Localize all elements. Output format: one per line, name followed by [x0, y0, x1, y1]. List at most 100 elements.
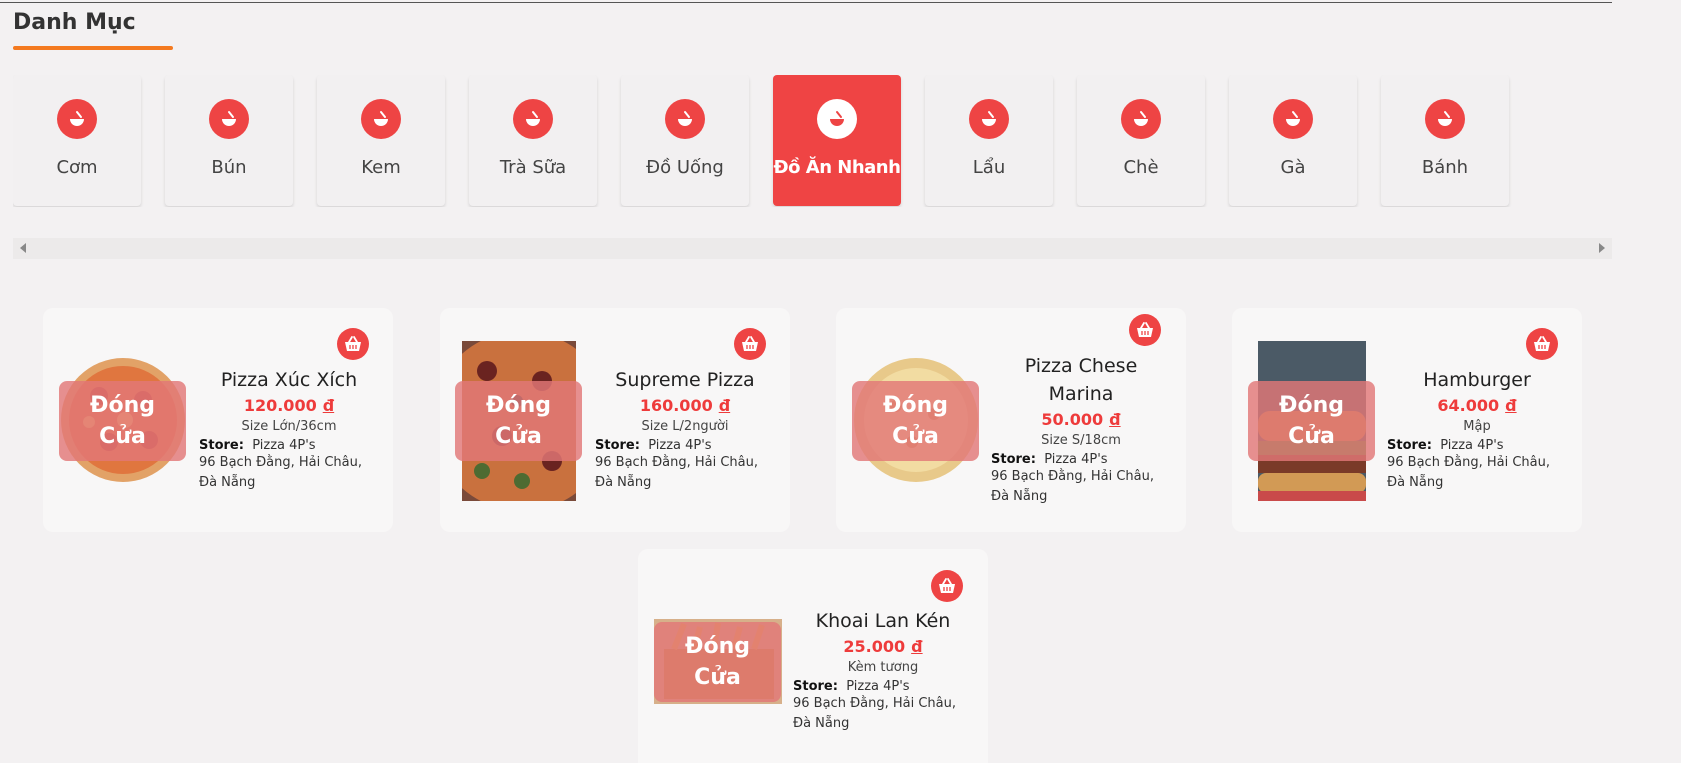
category-label: Trà Sữa: [499, 157, 567, 178]
product-card[interactable]: Đóng Cửa Pizza Chese Marina 50.000 đ Size…: [836, 308, 1186, 532]
title-underline: [13, 46, 173, 50]
category-ga[interactable]: Gà: [1229, 75, 1357, 206]
product-size: Size S/18cm: [1041, 433, 1121, 448]
currency-symbol: đ: [322, 396, 335, 415]
closed-overlay[interactable]: Đóng Cửa: [852, 381, 979, 461]
add-to-basket-button[interactable]: [337, 328, 369, 360]
product-address: 96 Bạch Đằng, Hải Châu, Đà Nẵng: [595, 455, 759, 490]
scroll-left-icon[interactable]: [20, 243, 26, 253]
scroll-right-icon[interactable]: [1599, 243, 1605, 253]
product-size: Mập: [1463, 419, 1491, 434]
closed-overlay[interactable]: Đóng Cửa: [455, 381, 582, 461]
category-kem[interactable]: Kem: [317, 75, 445, 206]
product-name: Hamburger: [1423, 369, 1531, 391]
closed-line-1: Đóng: [486, 393, 551, 418]
category-do-uong[interactable]: Đồ Uống: [621, 75, 749, 206]
closed-line-2: Cửa: [99, 424, 146, 449]
food-icon: [1273, 99, 1313, 139]
category-tra-sua[interactable]: Trà Sữa: [469, 75, 597, 206]
food-icon: [1425, 99, 1465, 139]
category-label: Gà: [1280, 157, 1306, 178]
product-info: Supreme Pizza 160.000 đ Size L/2người Sto…: [595, 366, 775, 493]
food-icon: [665, 99, 705, 139]
category-com[interactable]: Cơm: [13, 75, 141, 206]
closed-line-2: Cửa: [1288, 424, 1335, 449]
food-icon: [817, 99, 857, 139]
store-label: Store:: [199, 438, 244, 453]
product-price: 50.000 đ: [1041, 410, 1121, 429]
food-icon: [57, 99, 97, 139]
product-address: 96 Bạch Đằng, Hải Châu, Đà Nẵng: [991, 469, 1155, 504]
add-to-basket-button[interactable]: [931, 570, 963, 602]
product-info: Khoai Lan Kén 25.000 đ Kèm tương Store: P…: [793, 607, 973, 734]
closed-line-1: Đóng: [883, 393, 948, 418]
category-label: Bánh: [1421, 157, 1469, 178]
add-to-basket-button[interactable]: [734, 328, 766, 360]
product-card[interactable]: Đóng Cửa Supreme Pizza 160.000 đ Size L/2…: [440, 308, 790, 532]
category-scrollbar[interactable]: [13, 238, 1612, 259]
product-address: 96 Bạch Đằng, Hải Châu, Đà Nẵng: [1387, 455, 1551, 490]
basket-icon: [1137, 322, 1153, 337]
product-name: Pizza Chese Marina: [1024, 355, 1138, 405]
product-size: Size L/2người: [641, 419, 729, 434]
product-card[interactable]: Đóng Cửa Hamburger 64.000 đ Mập Store: Pi…: [1232, 308, 1582, 532]
category-label: Lẩu: [972, 157, 1006, 178]
category-bun[interactable]: Bún: [165, 75, 293, 206]
category-che[interactable]: Chè: [1077, 75, 1205, 206]
closed-line-2: Cửa: [495, 424, 542, 449]
product-price: 64.000 đ: [1437, 396, 1517, 415]
product-info: Pizza Chese Marina 50.000 đ Size S/18cm S…: [991, 352, 1171, 507]
currency-symbol: đ: [911, 637, 923, 656]
basket-icon: [742, 336, 758, 351]
store-label: Store:: [595, 438, 640, 453]
store-label: Store:: [991, 452, 1036, 467]
currency-symbol: đ: [1505, 396, 1517, 415]
product-address: 96 Bạch Đằng, Hải Châu, Đà Nẵng: [793, 696, 957, 731]
product-store: Store: Pizza 4P's: [991, 452, 1108, 467]
food-icon: [969, 99, 1009, 139]
category-list: Cơm Bún Kem Trà Sữa Đồ Uống Đồ Ăn Nhanh …: [13, 75, 1613, 207]
closed-line-1: Đóng: [90, 393, 155, 418]
product-price: 25.000 đ: [843, 637, 923, 656]
food-icon: [209, 99, 249, 139]
add-to-basket-button[interactable]: [1526, 328, 1558, 360]
product-store: Store: Pizza 4P's: [1387, 438, 1504, 453]
category-label: Đồ Uống: [646, 157, 724, 178]
top-divider: [0, 2, 1612, 3]
product-address: 96 Bạch Đằng, Hải Châu, Đà Nẵng: [199, 455, 363, 490]
category-label: Bún: [211, 157, 247, 178]
product-store: Store: Pizza 4P's: [595, 438, 712, 453]
product-name: Pizza Xúc Xích: [220, 369, 358, 391]
product-price: 160.000 đ: [639, 396, 731, 415]
product-name: Khoai Lan Kén: [815, 610, 951, 632]
product-size: Kèm tương: [847, 660, 919, 675]
category-label: Cơm: [56, 157, 98, 178]
product-info: Pizza Xúc Xích 120.000 đ Size Lớn/36cm St…: [199, 366, 379, 493]
closed-line-1: Đóng: [685, 634, 750, 659]
product-price: 120.000 đ: [243, 396, 335, 415]
category-banh[interactable]: Bánh: [1381, 75, 1509, 206]
add-to-basket-button[interactable]: [1129, 314, 1161, 346]
product-store: Store: Pizza 4P's: [199, 438, 316, 453]
section-title: Danh Mục: [13, 10, 136, 35]
closed-overlay[interactable]: Đóng Cửa: [1248, 381, 1375, 461]
product-store: Store: Pizza 4P's: [793, 679, 910, 694]
product-card[interactable]: Đóng Cửa Pizza Xúc Xích 120.000 đ Size Lớ…: [43, 308, 393, 532]
basket-icon: [345, 336, 361, 351]
currency-symbol: đ: [1109, 410, 1121, 429]
product-name: Supreme Pizza: [615, 369, 755, 391]
category-label: Chè: [1123, 157, 1159, 178]
category-lau[interactable]: Lẩu: [925, 75, 1053, 206]
store-label: Store:: [793, 679, 838, 694]
basket-icon: [1534, 336, 1550, 351]
food-icon: [1121, 99, 1161, 139]
product-info: Hamburger 64.000 đ Mập Store: Pizza 4P's …: [1387, 366, 1567, 493]
closed-line-1: Đóng: [1279, 393, 1344, 418]
closed-overlay[interactable]: Đóng Cửa: [654, 622, 781, 702]
food-icon: [361, 99, 401, 139]
closed-overlay[interactable]: Đóng Cửa: [59, 381, 186, 461]
category-do-an-nhanh[interactable]: Đồ Ăn Nhanh: [773, 75, 901, 206]
product-card[interactable]: Đóng Cửa Khoai Lan Kén 25.000 đ Kèm tương…: [638, 549, 988, 763]
store-label: Store:: [1387, 438, 1432, 453]
food-icon: [513, 99, 553, 139]
